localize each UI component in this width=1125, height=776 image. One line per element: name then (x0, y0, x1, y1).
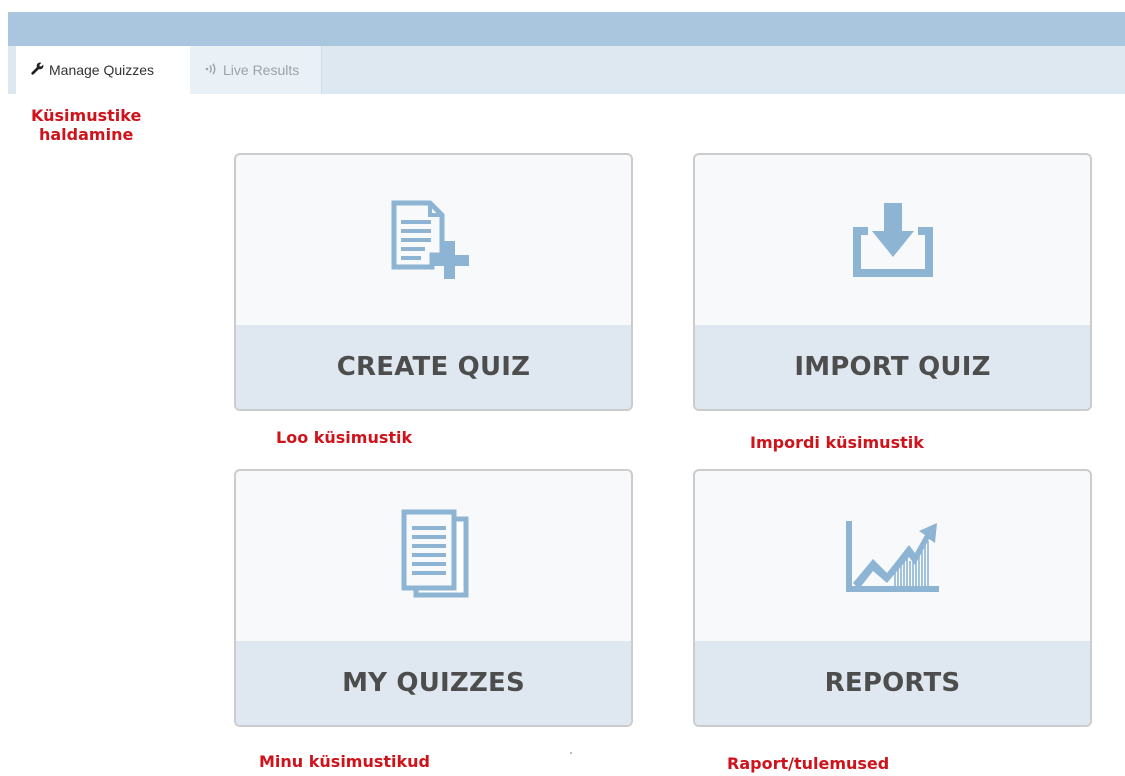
tab-manage-quizzes-label: Manage Quizzes (49, 62, 155, 78)
reports-label: REPORTS (824, 668, 961, 698)
create-quiz-card[interactable]: CREATE QUIZ (234, 153, 633, 411)
reports-card[interactable]: REPORTS (693, 469, 1092, 727)
download-tray-icon (852, 203, 933, 277)
import-quiz-label: IMPORT QUIZ (794, 352, 991, 382)
quiz-manager-page: Manage Quizzes Live Results Küsimustike … (0, 0, 1125, 776)
broadcast-icon (203, 62, 219, 78)
annotation-import: Impordi küsimustik (750, 433, 924, 452)
annotation-header-line1: Küsimustike (31, 106, 142, 125)
create-quiz-icon-area (236, 155, 631, 327)
my-quizzes-label-area: MY QUIZZES (236, 641, 631, 725)
my-quizzes-label: MY QUIZZES (342, 668, 525, 698)
top-header-bar (8, 12, 1125, 46)
my-quizzes-card[interactable]: MY QUIZZES (234, 469, 633, 727)
my-quizzes-icon-area (236, 471, 631, 643)
annotation-manage-quizzes: Küsimustike haldamine (31, 106, 141, 144)
tab-live-results-label: Live Results (223, 62, 300, 78)
stray-dot (570, 752, 572, 754)
annotation-create: Loo küsimustik (276, 428, 413, 447)
trend-chart-icon (845, 521, 939, 592)
reports-icon-area (695, 471, 1090, 643)
annotation-my-quizzes: Minu küsimustikud (259, 752, 430, 771)
create-quiz-label-area: CREATE QUIZ (236, 325, 631, 409)
reports-label-area: REPORTS (695, 641, 1090, 725)
annotation-reports: Raport/tulemused (727, 754, 890, 773)
tab-bar: Manage Quizzes Live Results (8, 46, 1125, 94)
wrench-icon (29, 62, 45, 78)
import-quiz-icon-area (695, 155, 1090, 327)
annotation-header-line2: haldamine (38, 125, 134, 144)
tab-manage-quizzes[interactable]: Manage Quizzes (16, 46, 190, 94)
documents-stack-icon (401, 509, 468, 598)
document-plus-icon (391, 200, 469, 279)
import-quiz-label-area: IMPORT QUIZ (695, 325, 1090, 409)
import-quiz-card[interactable]: IMPORT QUIZ (693, 153, 1092, 411)
tab-live-results[interactable]: Live Results (190, 46, 322, 94)
create-quiz-label: CREATE QUIZ (336, 352, 531, 382)
